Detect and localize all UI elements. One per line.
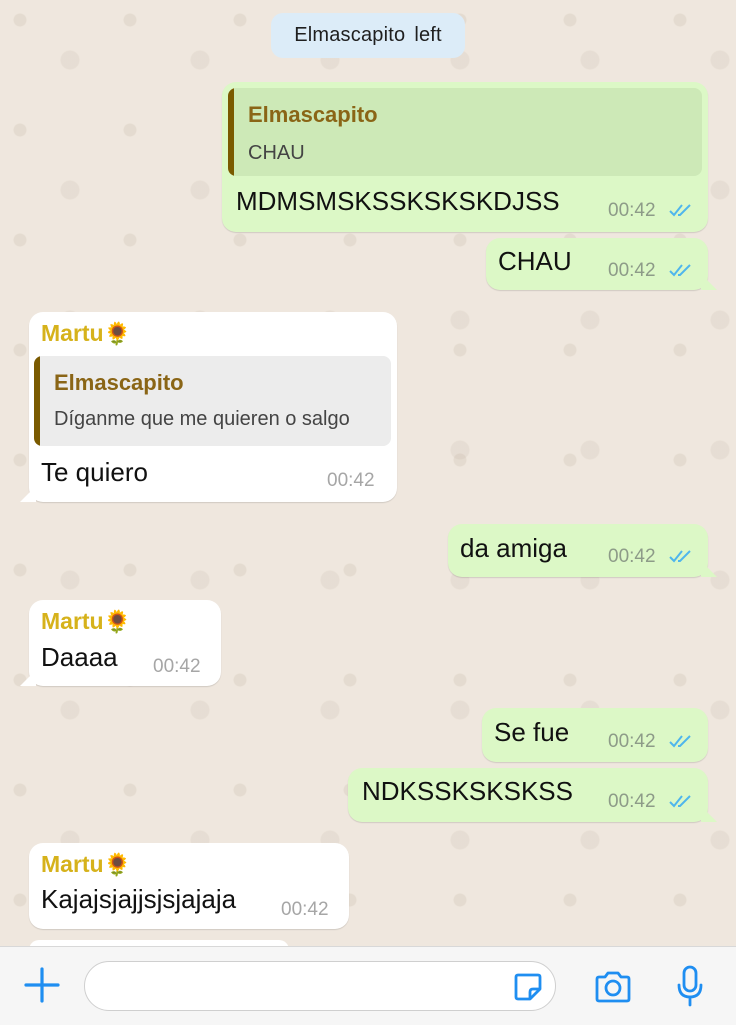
quoted-message[interactable]: Elmascapito CHAU	[228, 88, 702, 176]
quote-accent-bar	[228, 88, 234, 176]
message-time: 00:42	[281, 899, 329, 920]
message-time: 00:42	[327, 470, 375, 491]
message-text: Kajajsjajjsjsjajaja	[41, 884, 237, 914]
message-text: CHAU	[498, 246, 572, 276]
read-ticks-icon	[669, 204, 691, 217]
message-time: 00:42	[608, 260, 656, 281]
message-text: NDKSSKSKSKSS	[362, 776, 573, 806]
message-time: 00:42	[608, 791, 656, 812]
message-time: 00:42	[608, 200, 656, 221]
sunflower-emoji: 🌻	[103, 852, 132, 877]
sender-name: Martu🌻	[41, 320, 131, 347]
message-text: MDMSMSKSSKSKSKDJSS	[236, 186, 560, 216]
incoming-message-bubble[interactable]: Martu🌻 Kajajsjajjsjsjajaja 00:42	[29, 843, 349, 929]
plus-icon[interactable]	[24, 967, 60, 1003]
read-ticks-icon	[669, 550, 691, 563]
read-ticks-icon	[669, 795, 691, 808]
system-message: Elmascapito left	[271, 13, 465, 58]
sender-name-text: Martu	[41, 851, 104, 877]
microphone-icon[interactable]	[676, 965, 704, 1007]
sunflower-emoji: 🌻	[103, 609, 132, 634]
incoming-message-bubble[interactable]: Martu🌻 Elmascapito Díganme que me quiere…	[20, 312, 397, 502]
sender-name: Martu🌻	[41, 851, 131, 878]
message-text: da amiga	[460, 533, 567, 563]
message-input-bar	[0, 946, 736, 1025]
incoming-message-bubble[interactable]: Martu🌻 Daaaa 00:42	[20, 600, 221, 686]
read-ticks-icon	[669, 264, 691, 277]
read-ticks-icon	[669, 735, 691, 748]
outgoing-message-bubble[interactable]: CHAU 00:42	[486, 238, 717, 290]
message-text: Se fue	[494, 717, 570, 747]
quoted-author: Elmascapito	[248, 102, 378, 127]
quoted-text: Díganme que me quieren o salgo	[54, 408, 350, 430]
sticker-icon[interactable]	[512, 971, 544, 1003]
message-time: 00:42	[608, 546, 656, 567]
system-message-user: Elmascapito	[294, 24, 406, 46]
message-time: 00:42	[608, 731, 656, 752]
sender-name-text: Martu	[41, 320, 104, 346]
sender-name: Martu🌻	[41, 608, 131, 635]
message-text: Daaaa	[41, 642, 118, 672]
quote-accent-bar	[34, 356, 40, 446]
quoted-author: Elmascapito	[54, 370, 184, 395]
outgoing-message-bubble[interactable]: da amiga 00:42	[448, 524, 717, 577]
camera-icon[interactable]	[593, 969, 633, 1005]
message-text: Te quiero	[41, 457, 148, 487]
message-time: 00:42	[153, 656, 201, 677]
outgoing-message-bubble[interactable]: Se fue 00:42	[482, 708, 708, 762]
sunflower-emoji: 🌻	[103, 321, 132, 346]
message-input[interactable]	[84, 961, 556, 1011]
quoted-text: CHAU	[248, 142, 305, 164]
quoted-message[interactable]: Elmascapito Díganme que me quieren o sal…	[34, 356, 391, 446]
chat-background: Elmascapito left Elmascapito CHAU MDMSMSK…	[0, 0, 736, 946]
outgoing-message-bubble[interactable]: Elmascapito CHAU MDMSMSKSSKSKSKDJSS 00:4…	[222, 82, 708, 232]
outgoing-message-bubble[interactable]: NDKSSKSKSKSS 00:42	[348, 768, 717, 822]
system-message-action: left	[414, 24, 442, 46]
sender-name-text: Martu	[41, 608, 104, 634]
